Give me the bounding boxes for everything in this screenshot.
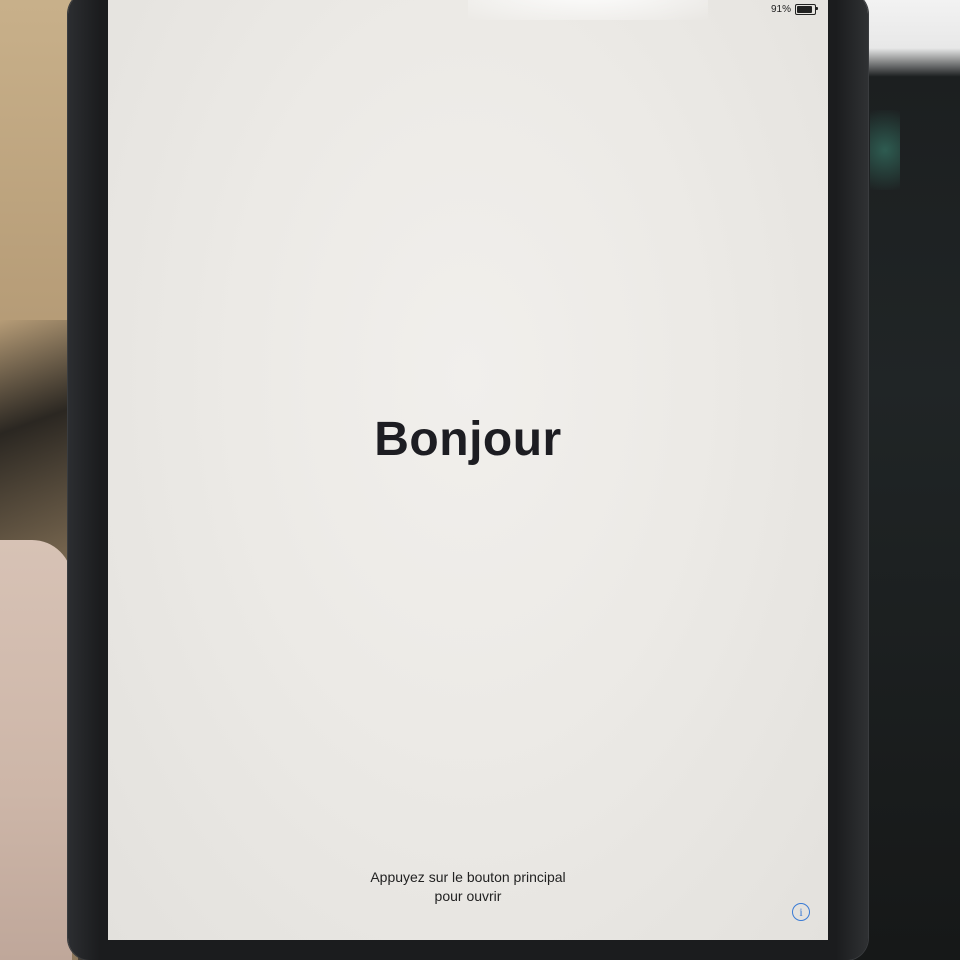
status-bar: 91% [770,4,818,15]
background-teal-light [870,110,900,190]
holding-hand [0,540,72,960]
battery-icon [795,4,818,15]
photo-scene: 91% Bonjour Appuyez sur le bouton princi… [0,0,960,960]
unlock-prompt: Appuyez sur le bouton principal pour ouv… [108,868,828,906]
ipad-screen[interactable]: 91% Bonjour Appuyez sur le bouton princi… [108,0,828,940]
battery-percentage: 91% [770,4,791,15]
battery-level-fill [797,6,813,13]
unlock-prompt-line2: pour ouvrir [434,888,502,904]
screen-glare [468,0,708,20]
unlock-prompt-line1: Appuyez sur le bouton principal [370,869,566,885]
battery-tip [816,7,818,10]
info-circle-icon[interactable]: i [792,903,810,921]
hello-title: Bonjour [374,413,562,466]
